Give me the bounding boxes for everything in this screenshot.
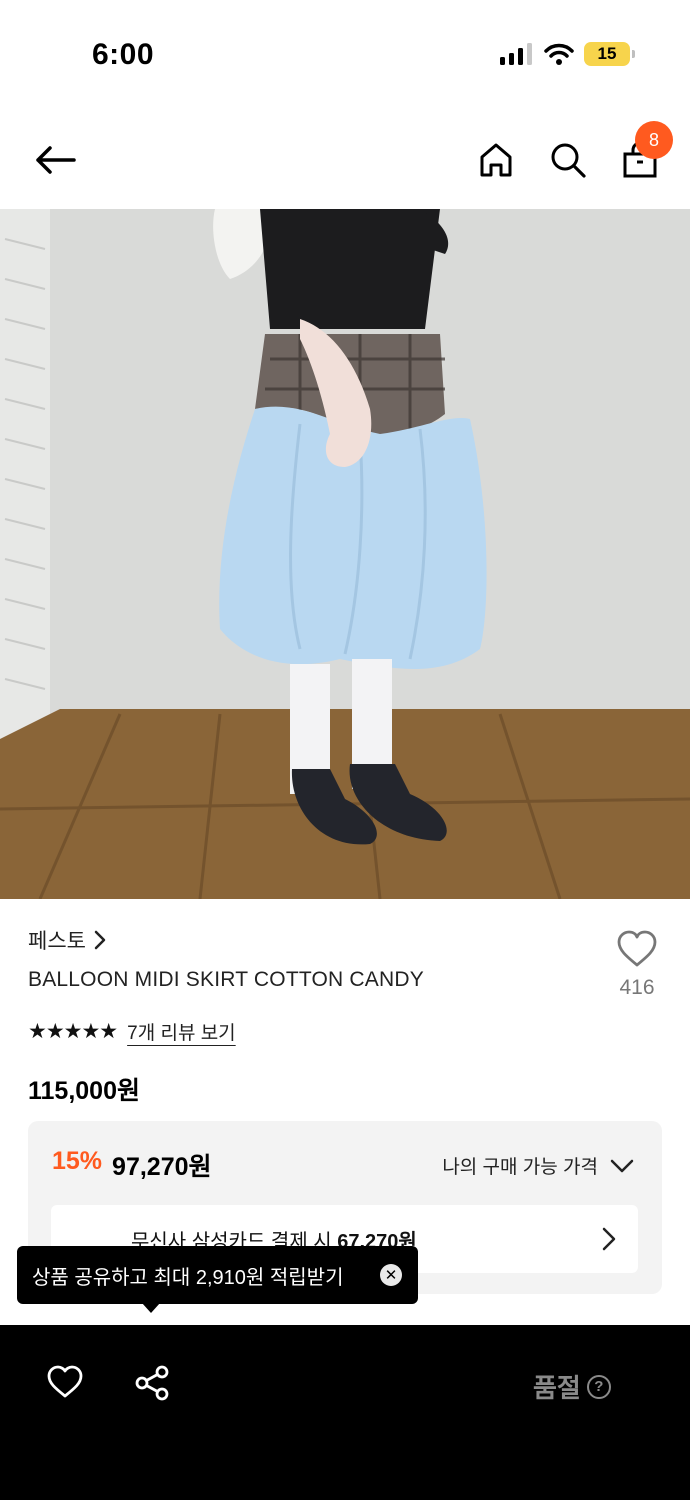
tooltip-text: 상품 공유하고 최대 2,910원 적립받기 [32, 1266, 344, 1289]
share-icon [135, 1365, 169, 1401]
product-image[interactable] [0, 209, 690, 899]
heart-outline-icon [617, 930, 657, 967]
my-price-toggle[interactable]: 나의 구매 가능 가격 [442, 1152, 634, 1179]
heart-outline-icon [47, 1365, 83, 1398]
search-icon [551, 143, 586, 178]
my-price-label: 나의 구매 가능 가격 [442, 1157, 598, 1178]
review-link[interactable]: 7개 리뷰 보기 [127, 1018, 236, 1045]
product-name: BALLOON MIDI SKIRT COTTON CANDY [28, 968, 424, 991]
battery-level: 15 [597, 44, 617, 63]
status-icons: 15 [500, 42, 635, 66]
home-icon [480, 143, 512, 177]
rating-stars: ★★★★★ [28, 1020, 118, 1043]
brand-link[interactable]: 페스토 [28, 925, 106, 955]
discount-rate: 15% [52, 1147, 103, 1175]
wifi-icon [544, 43, 574, 65]
bottom-action-bar: 품절 ? [0, 1325, 690, 1500]
chevron-right-icon [602, 1227, 616, 1251]
share-button[interactable] [134, 1365, 172, 1406]
back-button[interactable] [30, 135, 80, 185]
cart-count-badge: 8 [635, 121, 673, 159]
help-icon[interactable]: ? [586, 1374, 611, 1399]
home-button[interactable] [471, 135, 521, 185]
status-time: 6:00 [92, 38, 155, 71]
nav-bar: 8 [0, 110, 690, 210]
share-reward-tooltip: 상품 공유하고 최대 2,910원 적립받기 ✕ [17, 1246, 418, 1313]
status-bar: 6:00 15 [0, 0, 690, 110]
discount-price-row: 15% 97,270원 [52, 1147, 212, 1183]
signal-icon [500, 43, 532, 65]
soldout-status: 품절 ? [533, 1368, 611, 1405]
tooltip-arrow [142, 1303, 160, 1313]
chevron-right-icon [94, 930, 106, 950]
wishlist-button[interactable] [46, 1365, 84, 1404]
close-icon[interactable]: ✕ [380, 1264, 402, 1286]
like-count: 416 [619, 976, 655, 999]
review-row: ★★★★★ 7개 리뷰 보기 [28, 1018, 236, 1045]
brand-name: 페스토 [28, 930, 86, 953]
battery-icon: 15 [584, 42, 635, 66]
search-button[interactable] [543, 135, 593, 185]
chevron-down-icon [610, 1159, 634, 1172]
discount-price: 97,270원 [112, 1153, 212, 1181]
product-photo [0, 209, 690, 899]
original-price: 115,000원 [28, 1077, 140, 1105]
soldout-label: 품절 [533, 1373, 581, 1403]
cart-button[interactable]: 8 [615, 121, 673, 185]
back-arrow-icon [36, 146, 76, 174]
like-button[interactable]: 416 [614, 930, 660, 1000]
